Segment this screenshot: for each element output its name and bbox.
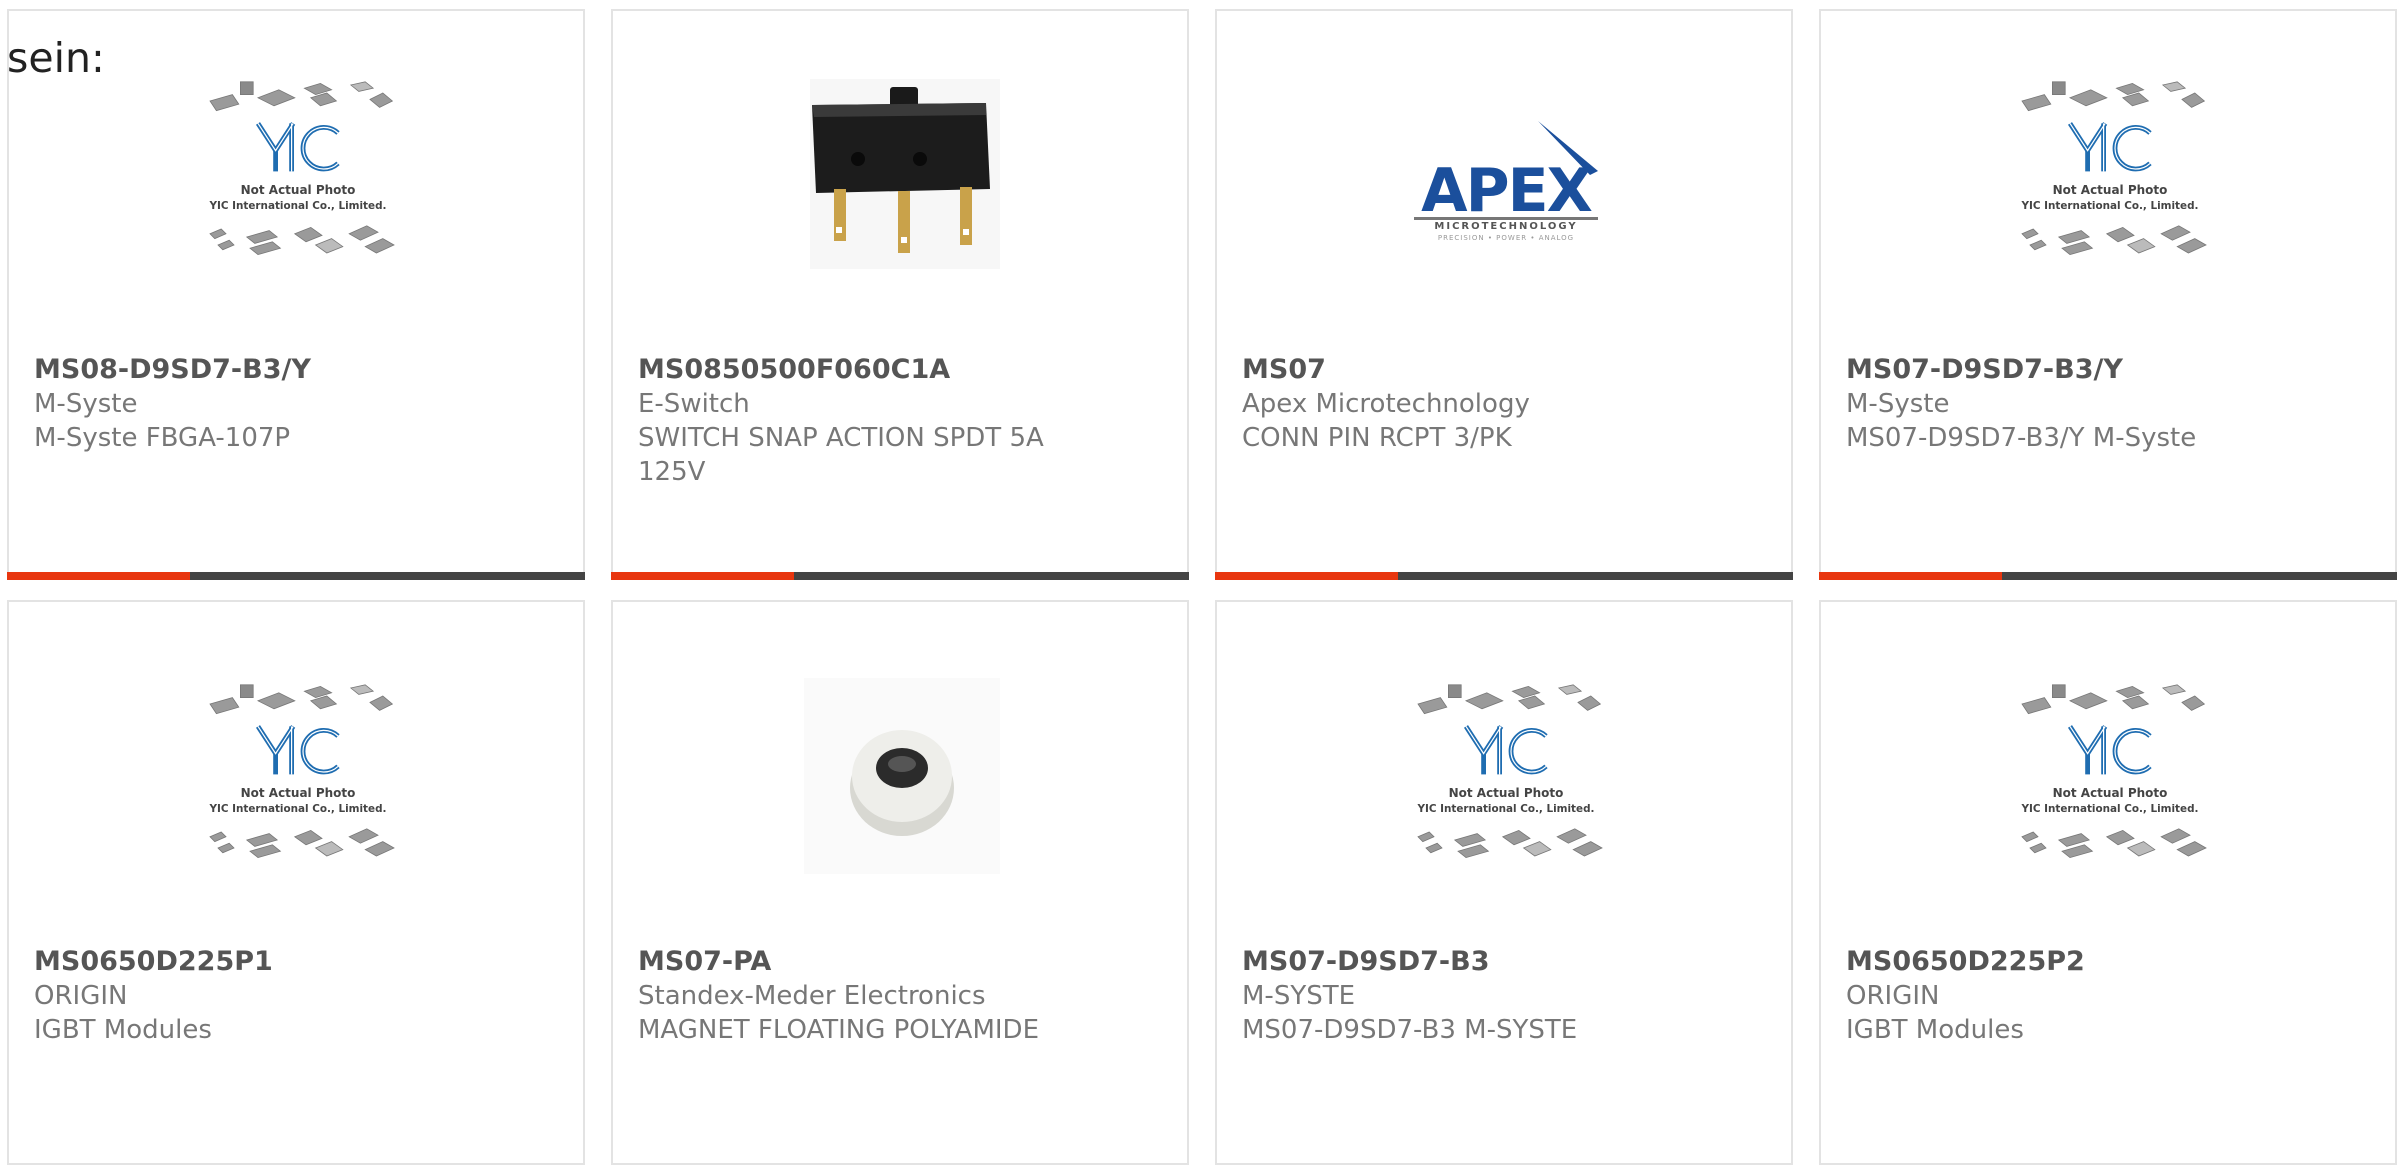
part-number-link[interactable]: MS08-D9SD7-B3/Y (34, 353, 474, 387)
part-number-link[interactable]: MS07 (1242, 353, 1682, 387)
product-image[interactable]: Not Actual Photo YIC International Co., … (194, 69, 402, 277)
apex-logo-icon: APEX MICROTECHNOLOGY PRECISION • POWER •… (1414, 121, 1598, 242)
description: MS07-D9SD7-B3 M-SYSTE (1242, 1015, 1578, 1045)
description: MS07-D9SD7-B3/Y M-Syste (1846, 423, 2197, 453)
svg-text:YIC International Co., Limited: YIC International Co., Limited. (2021, 803, 2199, 815)
part-number-link[interactable]: MS0650D225P2 (1846, 945, 2286, 979)
product-image[interactable] (798, 672, 1006, 880)
card-progress-bar (1819, 572, 2397, 580)
part-number-link[interactable]: MS0650D225P1 (34, 945, 474, 979)
svg-text:PRECISION • POWER • ANALOG: PRECISION • POWER • ANALOG (1438, 234, 1574, 242)
svg-text:Not Actual Photo: Not Actual Photo (241, 786, 356, 800)
svg-text:APEX: APEX (1421, 156, 1592, 226)
description: SWITCH SNAP ACTION SPDT 5A 125V (638, 423, 1044, 487)
product-image[interactable] (798, 69, 1006, 277)
svg-text:YIC International Co., Limited: YIC International Co., Limited. (1417, 803, 1595, 815)
manufacturer: E-Switch (638, 389, 750, 419)
card-progress-bar (7, 572, 585, 580)
card-progress-accent (611, 572, 794, 580)
svg-text:Not Actual Photo: Not Actual Photo (241, 183, 356, 197)
product-image[interactable]: APEX MICROTECHNOLOGY PRECISION • POWER •… (1402, 69, 1610, 277)
product-card[interactable]: MS0850500F060C1A E-Switch SWITCH SNAP AC… (611, 9, 1189, 580)
manufacturer: M-Syste (1846, 389, 1950, 419)
manufacturer: M-Syste (34, 389, 138, 419)
description: IGBT Modules (34, 1015, 212, 1045)
manufacturer: Apex Microtechnology (1242, 389, 1530, 419)
manufacturer: ORIGIN (1846, 981, 1940, 1011)
product-image[interactable]: Not Actual Photo YIC International Co., … (1402, 672, 1610, 880)
svg-text:Not Actual Photo: Not Actual Photo (2053, 786, 2168, 800)
part-number-link[interactable]: MS07-D9SD7-B3 (1242, 945, 1682, 979)
section-heading: sein: (7, 34, 105, 82)
product-card[interactable]: MS07-PA Standex-Meder Electronics MAGNET… (611, 600, 1189, 1165)
part-number-link[interactable]: MS07-PA (638, 945, 1078, 979)
svg-text:YIC International Co., Limited: YIC International Co., Limited. (2021, 200, 2199, 212)
svg-text:Not Actual Photo: Not Actual Photo (2053, 183, 2168, 197)
manufacturer: Standex-Meder Electronics (638, 981, 986, 1011)
svg-text:MICROTECHNOLOGY: MICROTECHNOLOGY (1434, 221, 1577, 232)
not-actual-photo-placeholder-icon: Not Actual Photo YIC International Co., … (2021, 684, 2207, 859)
product-card[interactable]: Not Actual Photo YIC International Co., … (1819, 600, 2397, 1165)
not-actual-photo-placeholder-icon: Not Actual Photo YIC International Co., … (209, 684, 395, 859)
product-card[interactable]: Not Actual Photo YIC International Co., … (7, 600, 585, 1165)
card-progress-bar (1215, 572, 1793, 580)
not-actual-photo-placeholder-icon: Not Actual Photo YIC International Co., … (209, 81, 395, 256)
card-progress-bar (611, 572, 1189, 580)
not-actual-photo-placeholder-icon: Not Actual Photo YIC International Co., … (2021, 81, 2207, 256)
product-image[interactable]: Not Actual Photo YIC International Co., … (2006, 69, 2214, 277)
part-number-link[interactable]: MS0850500F060C1A (638, 353, 1078, 387)
manufacturer: ORIGIN (34, 981, 128, 1011)
product-card[interactable]: Not Actual Photo YIC International Co., … (1215, 600, 1793, 1165)
product-image[interactable]: Not Actual Photo YIC International Co., … (2006, 672, 2214, 880)
product-card[interactable]: Not Actual Photo YIC International Co., … (1819, 9, 2397, 580)
product-card[interactable]: APEX MICROTECHNOLOGY PRECISION • POWER •… (1215, 9, 1793, 580)
svg-text:YIC International Co., Limited: YIC International Co., Limited. (209, 803, 387, 815)
description: M-Syste FBGA-107P (34, 423, 291, 453)
product-image[interactable]: Not Actual Photo YIC International Co., … (194, 672, 402, 880)
svg-text:YIC International Co., Limited: YIC International Co., Limited. (209, 200, 387, 212)
card-progress-accent (1215, 572, 1398, 580)
manufacturer: M-SYSTE (1242, 981, 1356, 1011)
description: CONN PIN RCPT 3/PK (1242, 423, 1512, 453)
snap-switch-icon (810, 79, 1000, 269)
not-actual-photo-placeholder-icon: Not Actual Photo YIC International Co., … (1417, 684, 1603, 859)
description: MAGNET FLOATING POLYAMIDE (638, 1015, 1040, 1045)
part-number-link[interactable]: MS07-D9SD7-B3/Y (1846, 353, 2286, 387)
card-progress-accent (1819, 572, 2002, 580)
magnet-ring-icon (804, 678, 1000, 874)
svg-text:Not Actual Photo: Not Actual Photo (1449, 786, 1564, 800)
product-card[interactable]: Not Actual Photo YIC International Co., … (7, 9, 585, 580)
description: IGBT Modules (1846, 1015, 2024, 1045)
card-progress-accent (7, 572, 190, 580)
